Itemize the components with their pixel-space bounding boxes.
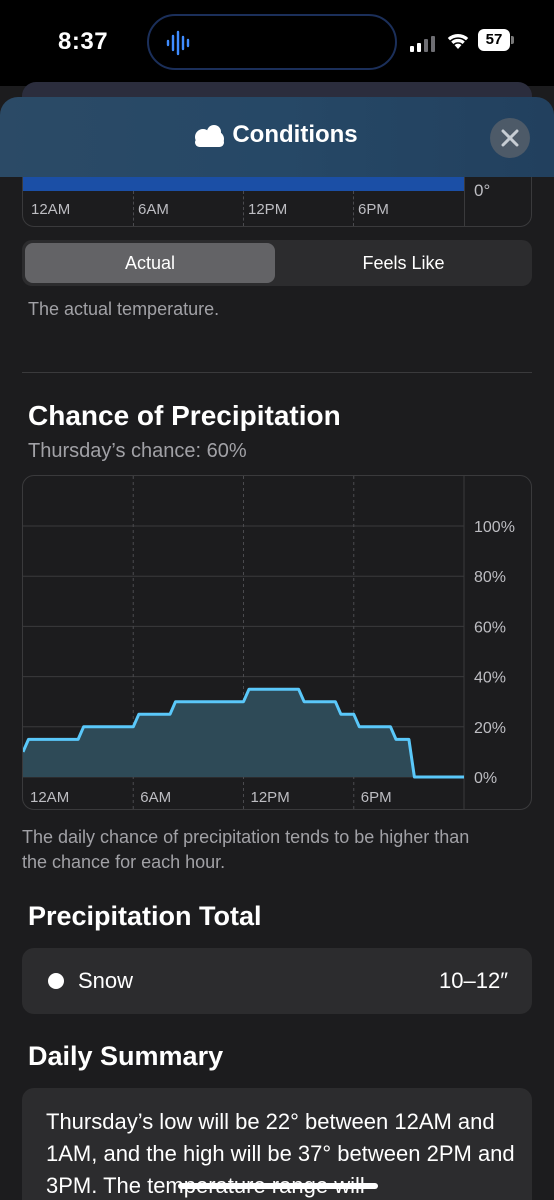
temperature-y-tick: 0° bbox=[474, 181, 491, 200]
divider bbox=[22, 372, 532, 373]
daily-summary-title: Daily Summary bbox=[28, 1041, 224, 1071]
temperature-caption: The actual temperature. bbox=[28, 299, 220, 319]
precipitation-amount: 10–12″ bbox=[439, 968, 508, 993]
segment-feels-like[interactable]: Feels Like bbox=[278, 243, 529, 283]
y-tick-label: 100% bbox=[474, 519, 515, 536]
cellular-signal-icon bbox=[410, 36, 435, 52]
precipitation-chart[interactable]: 100% 80% 60% 40% 20% 0% 12AM 6AM 12PM 6PM bbox=[22, 475, 532, 810]
temperature-x-tick: 6PM bbox=[358, 201, 389, 218]
temperature-x-tick: 12AM bbox=[31, 201, 71, 218]
close-button[interactable] bbox=[490, 118, 530, 158]
y-tick-label: 40% bbox=[474, 670, 506, 687]
y-tick-label: 20% bbox=[474, 720, 506, 737]
x-tick-label: 6AM bbox=[140, 789, 171, 806]
precipitation-total-title: Precipitation Total bbox=[28, 901, 262, 931]
y-tick-label: 60% bbox=[474, 619, 506, 636]
home-indicator[interactable] bbox=[178, 1183, 378, 1189]
precipitation-caption-line-2: the chance for each hour. bbox=[22, 852, 226, 872]
temperature-chart[interactable]: 0° 12AM 6AM 12PM 6PM bbox=[22, 177, 532, 227]
status-time: 8:37 bbox=[58, 28, 109, 55]
temperature-x-tick: 12PM bbox=[248, 201, 288, 218]
dynamic-island[interactable] bbox=[147, 14, 397, 70]
sheet-header: Conditions bbox=[0, 97, 554, 177]
wifi-icon bbox=[447, 33, 469, 49]
precipitation-type-label: Snow bbox=[78, 968, 134, 993]
temperature-x-tick: 6AM bbox=[138, 201, 169, 218]
precipitation-total-card: Snow 10–12″ bbox=[22, 948, 532, 1014]
precipitation-chance-subtitle: Thursday’s chance: 60% bbox=[28, 440, 247, 462]
y-tick-label: 0% bbox=[474, 770, 497, 787]
battery-level: 57 bbox=[478, 29, 510, 51]
x-tick-label: 6PM bbox=[361, 789, 392, 806]
x-tick-label: 12AM bbox=[30, 789, 69, 806]
sheet-title: Conditions bbox=[232, 121, 358, 148]
temperature-bar bbox=[23, 177, 464, 191]
close-icon bbox=[501, 129, 519, 147]
snow-dot-icon bbox=[48, 973, 64, 989]
battery-icon: 57 bbox=[478, 29, 516, 51]
precipitation-chance-title: Chance of Precipitation bbox=[28, 400, 341, 431]
status-bar: 8:37 57 bbox=[0, 0, 554, 86]
temperature-mode-segmented-control[interactable]: Actual Feels Like bbox=[22, 240, 532, 286]
audio-wave-icon bbox=[166, 30, 190, 56]
precipitation-caption-line-1: The daily chance of precipitation tends … bbox=[22, 827, 470, 847]
segment-actual[interactable]: Actual bbox=[25, 243, 275, 283]
x-tick-label: 12PM bbox=[251, 789, 290, 806]
y-tick-label: 80% bbox=[474, 569, 506, 586]
